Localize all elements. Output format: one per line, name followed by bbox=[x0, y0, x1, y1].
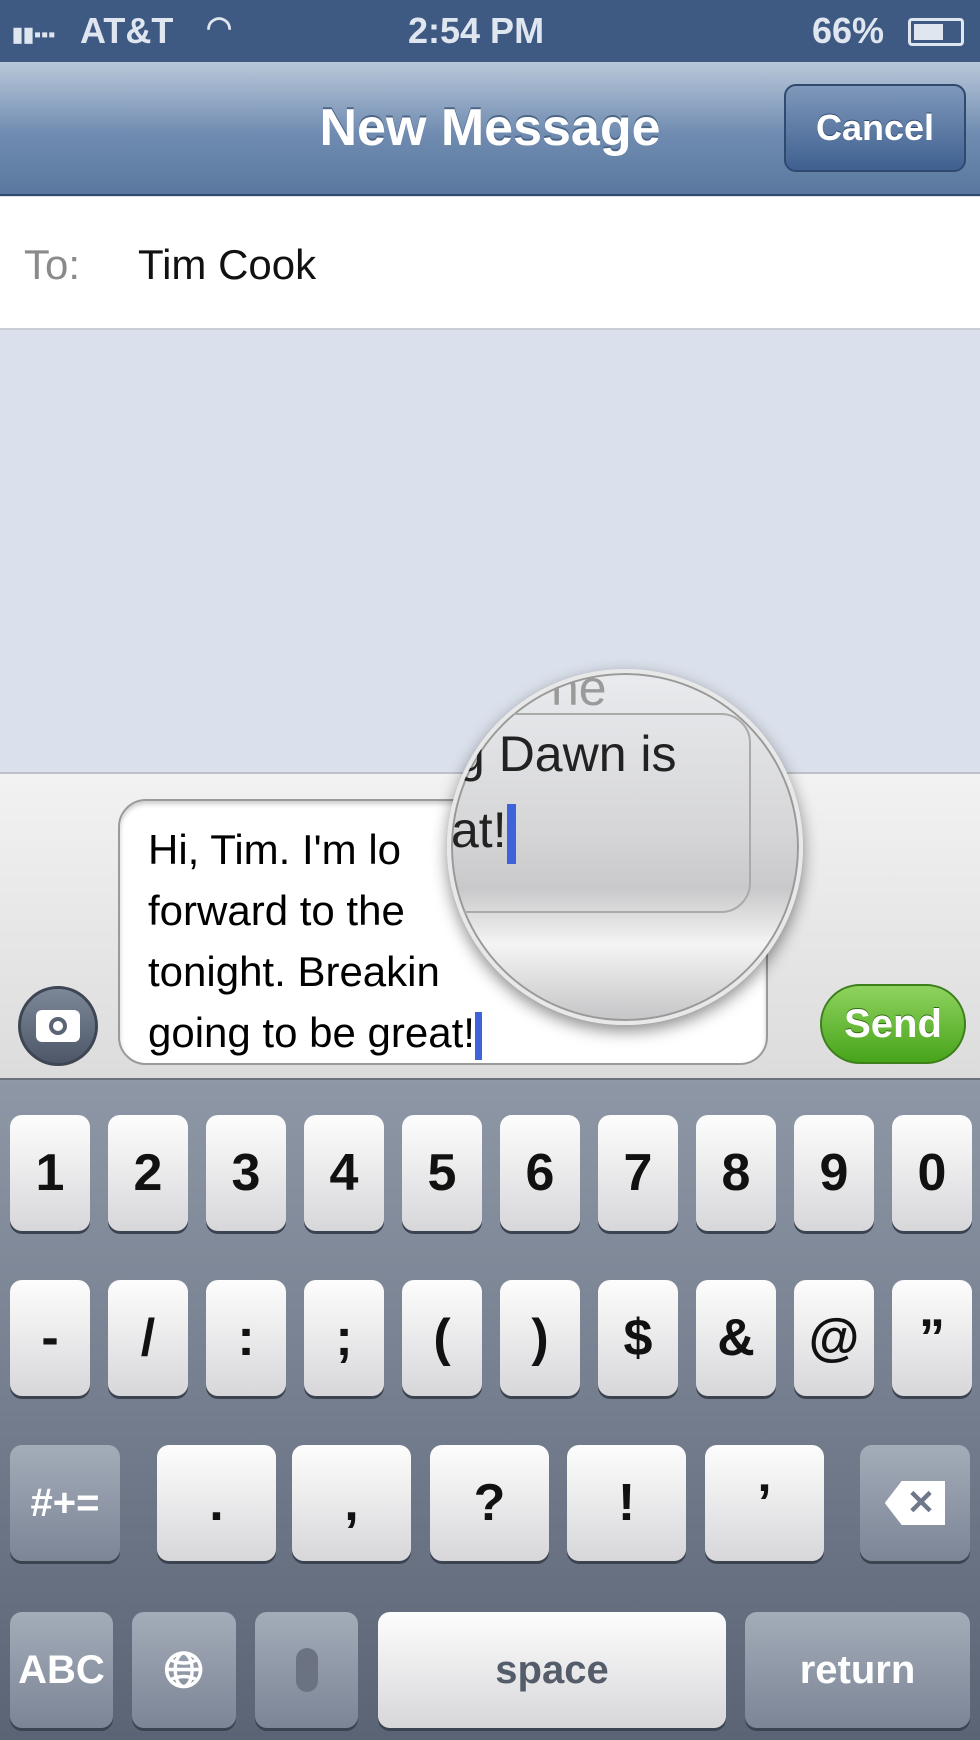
keyboard: #+= ✕ ABC 🌐︎ space return 1 -2 /3:4; 5 (6) 7 $… bbox=[0, 1080, 980, 1740]
key[interactable]: : bbox=[206, 1280, 286, 1396]
recipient-name[interactable]: Tim Cook bbox=[138, 241, 316, 289]
text-cursor bbox=[474, 1011, 482, 1060]
key[interactable]: 5 bbox=[402, 1115, 482, 1231]
key[interactable]: 3 bbox=[206, 1115, 286, 1231]
key-abc[interactable]: ABC bbox=[10, 1612, 113, 1728]
key[interactable]: 6 bbox=[500, 1115, 580, 1231]
battery-percent: 66% bbox=[812, 10, 885, 51]
key-delete[interactable]: ✕ bbox=[860, 1445, 970, 1561]
cancel-button[interactable]: Cancel bbox=[784, 84, 966, 172]
key[interactable]: @ bbox=[794, 1280, 874, 1396]
message-line: Hi, Tim. I'm lo bbox=[148, 826, 402, 873]
key[interactable]: ; bbox=[304, 1280, 384, 1396]
key[interactable]: & bbox=[696, 1280, 776, 1396]
key-symbols[interactable]: #+= bbox=[10, 1445, 120, 1561]
signal-icon: ▮▮▪▪▪ bbox=[12, 24, 56, 46]
key[interactable]: 9 bbox=[794, 1115, 874, 1231]
key[interactable]: 2 bbox=[108, 1115, 188, 1231]
to-label: To: bbox=[24, 241, 81, 288]
key[interactable]: ( bbox=[402, 1280, 482, 1396]
key[interactable]: 4 bbox=[304, 1115, 384, 1231]
camera-button[interactable] bbox=[18, 986, 98, 1066]
key[interactable]: ! bbox=[567, 1445, 686, 1561]
carrier: AT&T bbox=[80, 10, 174, 51]
magnified-text: at! bbox=[451, 801, 516, 864]
key-dictation[interactable] bbox=[255, 1612, 358, 1728]
magnified-text: g Dawn is bbox=[457, 726, 677, 782]
key[interactable]: , bbox=[292, 1445, 411, 1561]
key[interactable]: ) bbox=[500, 1280, 580, 1396]
key[interactable]: 8 bbox=[696, 1115, 776, 1231]
key[interactable]: $ bbox=[598, 1280, 678, 1396]
key-globe[interactable]: 🌐︎ bbox=[132, 1612, 236, 1728]
camera-icon bbox=[36, 1010, 80, 1042]
status-bar: ▮▮▪▪▪ AT&T ◠ 2:54 PM 66% bbox=[0, 0, 980, 62]
globe-icon: 🌐︎ bbox=[164, 1641, 204, 1698]
key-space[interactable]: space bbox=[378, 1612, 726, 1728]
backspace-icon: ✕ bbox=[884, 1481, 946, 1525]
key-return[interactable]: return bbox=[745, 1612, 970, 1728]
clock: 2:54 PM bbox=[408, 10, 545, 51]
recipient-field[interactable]: To: Tim Cook bbox=[0, 197, 980, 330]
magnifier-loupe: he g Dawn is at! bbox=[447, 669, 803, 1025]
key[interactable]: 0 bbox=[892, 1115, 972, 1231]
microphone-icon bbox=[295, 1648, 318, 1692]
key[interactable]: ” bbox=[892, 1280, 972, 1396]
battery-icon bbox=[908, 18, 964, 46]
nav-bar: New Message Cancel bbox=[0, 62, 980, 196]
send-button[interactable]: Send bbox=[820, 984, 966, 1064]
key[interactable]: - bbox=[10, 1280, 90, 1396]
message-line: tonight. Breakin bbox=[148, 948, 440, 995]
key[interactable]: / bbox=[108, 1280, 188, 1396]
key[interactable]: 7 bbox=[598, 1115, 678, 1231]
key[interactable]: 1 bbox=[10, 1115, 90, 1231]
key[interactable]: ’ bbox=[705, 1445, 824, 1561]
key[interactable]: . bbox=[157, 1445, 276, 1561]
message-line: going to be great! bbox=[148, 1009, 475, 1056]
key[interactable]: ? bbox=[430, 1445, 549, 1561]
magnified-text: he bbox=[551, 669, 607, 716]
message-line: forward to the bbox=[148, 887, 405, 934]
wifi-icon: ◠ bbox=[206, 11, 233, 44]
